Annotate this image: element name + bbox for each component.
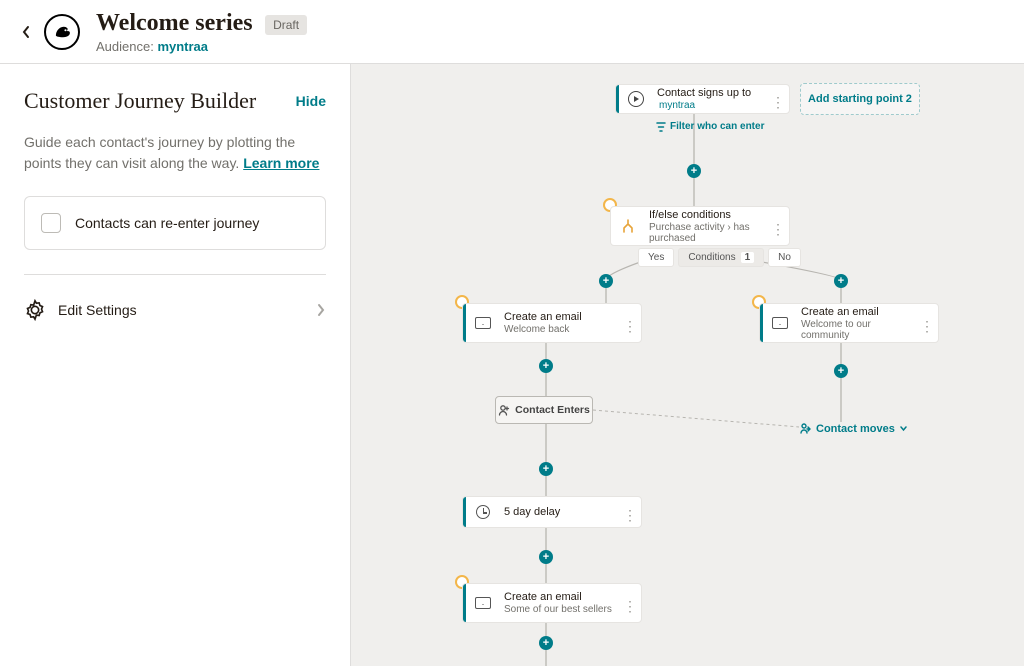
chevron-right-icon — [316, 303, 326, 317]
sidebar: Customer Journey Builder Hide Guide each… — [0, 64, 351, 666]
email-node-welcome-back[interactable]: Create an email Welcome back — [462, 303, 642, 343]
mail-icon — [772, 317, 788, 329]
mail-icon — [475, 317, 491, 329]
email-c-kebab[interactable] — [619, 598, 641, 608]
sidebar-title: Customer Journey Builder — [24, 88, 256, 114]
top-bar: Welcome series Draft Audience: myntraa — [0, 0, 1024, 64]
email-a-kebab[interactable] — [619, 318, 641, 328]
edges — [351, 64, 1024, 666]
back-button[interactable] — [16, 22, 36, 42]
chevron-down-icon — [899, 424, 908, 433]
delay-kebab[interactable] — [619, 507, 641, 517]
ifelse-sub: Purchase activity › has purchased — [649, 222, 763, 244]
email-node-best-sellers[interactable]: Create an email Some of our best sellers — [462, 583, 642, 623]
mail-icon — [475, 597, 491, 609]
add-step-button[interactable]: + — [599, 274, 613, 288]
audience-line: Audience: myntraa — [96, 39, 307, 54]
add-step-button[interactable]: + — [539, 359, 553, 373]
reenter-label: Contacts can re-enter journey — [75, 215, 259, 231]
ifelse-kebab[interactable] — [767, 221, 789, 231]
add-step-button[interactable]: + — [539, 550, 553, 564]
divider — [24, 274, 326, 275]
mailchimp-logo — [44, 14, 80, 50]
play-icon — [628, 91, 644, 107]
starting-point-node[interactable]: Contact signs up to myntraa — [615, 84, 790, 114]
status-badge: Draft — [265, 15, 307, 35]
add-step-button[interactable]: + — [687, 164, 701, 178]
condition-row: Yes Conditions 1 No — [638, 248, 801, 267]
audience-label: Audience: — [96, 39, 157, 54]
cond-no[interactable]: No — [768, 248, 801, 267]
add-step-button[interactable]: + — [834, 274, 848, 288]
contact-enters-chip[interactable]: Contact Enters — [495, 396, 593, 424]
start-label: Contact signs up to — [657, 87, 751, 99]
audience-link[interactable]: myntraa — [157, 39, 208, 54]
add-step-button[interactable]: + — [539, 462, 553, 476]
journey-canvas[interactable]: Contact signs up to myntraa Add starting… — [351, 64, 1024, 666]
add-starting-point-button[interactable]: Add starting point 2 — [800, 83, 920, 115]
chevron-left-icon — [21, 25, 31, 39]
ifelse-node[interactable]: If/else conditions Purchase activity › h… — [610, 206, 790, 246]
gear-icon — [24, 299, 46, 321]
cond-count[interactable]: Conditions 1 — [678, 248, 764, 267]
ifelse-title: If/else conditions — [649, 209, 763, 221]
cond-yes[interactable]: Yes — [638, 248, 674, 267]
contact-moves-link[interactable]: Contact moves — [799, 422, 908, 435]
title-block: Welcome series Draft Audience: myntraa — [96, 10, 307, 54]
filter-icon — [656, 122, 666, 132]
branch-icon — [620, 218, 636, 234]
filter-who-can-enter[interactable]: Filter who can enter — [656, 121, 764, 132]
add-step-button[interactable]: + — [539, 636, 553, 650]
edit-settings-row[interactable]: Edit Settings — [24, 299, 326, 321]
checkbox-icon — [41, 213, 61, 233]
clock-icon — [476, 505, 490, 519]
person-plus-icon — [498, 404, 510, 416]
reenter-checkbox-card[interactable]: Contacts can re-enter journey — [24, 196, 326, 250]
start-kebab[interactable] — [767, 94, 789, 104]
person-move-icon — [799, 422, 812, 435]
sidebar-description: Guide each contact's journey by plotting… — [24, 132, 326, 174]
learn-more-link[interactable]: Learn more — [243, 155, 319, 171]
hide-button[interactable]: Hide — [296, 93, 326, 109]
email-b-kebab[interactable] — [916, 318, 938, 328]
delay-node[interactable]: 5 day delay — [462, 496, 642, 528]
start-target: myntraa — [659, 100, 695, 111]
journey-title: Welcome series — [96, 10, 253, 37]
add-step-button[interactable]: + — [834, 364, 848, 378]
email-node-welcome-community[interactable]: Create an email Welcome to our community — [759, 303, 939, 343]
settings-label: Edit Settings — [58, 302, 316, 318]
